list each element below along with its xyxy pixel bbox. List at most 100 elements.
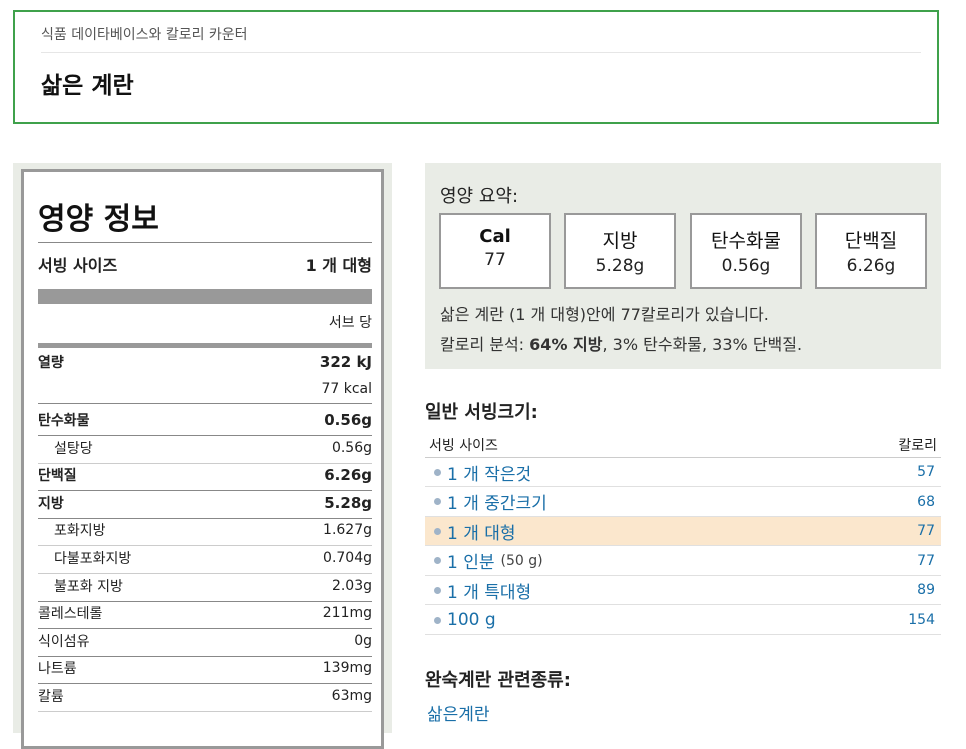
serving-table-header: 서빙 사이즈 칼로리 (425, 432, 941, 458)
serving-cell: 1 개 중간크기 (425, 489, 547, 514)
serving-cell: 1 개 특대형 (425, 578, 531, 603)
nutrient-label: 설탕당 (54, 440, 93, 457)
nutrient-value: 2.03g (331, 577, 372, 594)
serving-sizes-title: 일반 서빙크기: (425, 402, 538, 423)
nutrient-row: 불포화 지방 2.03g (38, 574, 372, 598)
per-serving-label: 서브 당 (328, 315, 372, 331)
nutrient-label: 지방 (38, 495, 64, 512)
summary-title: 영양 요약: (440, 186, 519, 207)
serving-row[interactable]: 1 개 특대형 89 (425, 576, 941, 606)
header-box: 식품 데이타베이스와 칼로리 카운터 삶은 계란 (13, 10, 939, 124)
nutrient-row: 콜레스테롤 211mg (38, 601, 372, 625)
serving-row[interactable]: 1 개 대형 77 (425, 517, 941, 547)
serving-row[interactable]: 1 개 중간크기 68 (425, 488, 941, 517)
stat-calories: Cal 77 (439, 213, 551, 289)
nutrient-row: 설탕당 0.56g (38, 436, 372, 460)
serving-cell: 100 g (425, 610, 496, 630)
nutrient-label: 불포화 지방 (54, 578, 123, 595)
stat-carbs: 탄수화물 0.56g (690, 213, 802, 289)
serving-size-link[interactable]: 1 인분 (447, 548, 495, 573)
energy-kj: 322 kJ (319, 353, 372, 371)
serving-size-link[interactable]: 1 개 작은것 (447, 460, 531, 485)
nutrient-value: 6.26g (324, 466, 372, 485)
nutrient-label: 나트륨 (38, 661, 77, 678)
nutrient-row: 탄수화물 0.56g (38, 408, 372, 432)
bullet-icon (434, 557, 441, 565)
nutrient-row: 지방 5.28g (38, 491, 372, 515)
serving-size-label: 서빙 사이즈 (38, 256, 118, 275)
nutrient-label: 탄수화물 (38, 413, 90, 429)
bullet-icon (434, 527, 441, 535)
stat-fat: 지방 5.28g (564, 213, 676, 289)
serving-size-row: 서빙 사이즈 1 개 대형 (38, 252, 372, 276)
stat-value: 77 (484, 250, 506, 270)
nutrient-label: 칼륨 (38, 689, 64, 705)
energy-kcal-row: 77 kcal (38, 379, 372, 399)
serving-cell: 1 인분 (50 g) (425, 548, 543, 573)
nutrient-value: 5.28g (324, 493, 372, 512)
nutrient-row: 다불포화지방 0.704g (38, 546, 372, 570)
bullet-icon (434, 586, 441, 594)
nutrient-label: 단백질 (38, 468, 77, 485)
energy-kcal: 77 kcal (321, 381, 372, 397)
serving-calories[interactable]: 89 (917, 582, 941, 598)
related-link[interactable]: 삶은계란 (427, 700, 490, 725)
nutrient-value: 139mg (322, 660, 372, 677)
serving-size-link[interactable]: 1 개 특대형 (447, 578, 531, 603)
nutrient-label: 포화지방 (54, 523, 106, 540)
nutrient-row: 식이섬유 0g (38, 629, 372, 653)
divider-thick (38, 289, 372, 304)
stat-value: 6.26g (846, 256, 896, 276)
nutrient-value: 63mg (331, 688, 372, 704)
nutrient-value: 211mg (322, 605, 372, 622)
per-serving-row: 서브 당 (38, 312, 372, 332)
serving-size-link[interactable]: 100 g (447, 610, 496, 630)
serving-row[interactable]: 100 g 154 (425, 606, 941, 635)
stat-value: 0.56g (721, 256, 771, 276)
nutrition-panel: 영양 정보 서빙 사이즈 1 개 대형 서브 당 열량 322 kJ 77 kc… (13, 163, 392, 749)
bullet-icon (434, 498, 441, 506)
nutrition-heading: 영양 정보 (38, 202, 159, 237)
serving-cell: 1 개 대형 (425, 519, 516, 544)
related-title: 완숙계란 관련종류: (425, 670, 571, 691)
stat-label: Cal (479, 226, 511, 247)
nutrition-summary: 영양 요약: Cal 77 지방 5.28g 탄수화물 0.56g 단백질 6.… (425, 163, 941, 369)
breadcrumb[interactable]: 식품 데이타베이스와 칼로리 카운터 (41, 24, 921, 53)
divider-medium (38, 343, 372, 348)
stat-label: 탄수화물 (711, 230, 781, 252)
serving-row[interactable]: 1 인분 (50 g) 77 (425, 547, 941, 576)
serving-size-link[interactable]: 1 개 대형 (447, 519, 516, 544)
nutrient-row: 포화지방 1.627g (38, 518, 372, 542)
nutrient-value: 0.704g (323, 550, 372, 566)
nutrient-value: 0g (354, 632, 372, 649)
stat-protein: 단백질 6.26g (815, 213, 927, 289)
nutrition-label: 영양 정보 서빙 사이즈 1 개 대형 서브 당 열량 322 kJ 77 kc… (21, 169, 384, 749)
serving-calories[interactable]: 154 (908, 612, 941, 628)
bullet-icon (434, 616, 441, 624)
serving-cell: 1 개 작은것 (425, 460, 531, 485)
nutrient-label: 식이섬유 (38, 633, 90, 650)
energy-label: 열량 (38, 355, 64, 371)
bullet-icon (434, 468, 441, 476)
serving-calories[interactable]: 77 (917, 553, 941, 569)
page-title: 삶은 계란 (41, 73, 134, 99)
col-calories: 칼로리 (898, 437, 937, 454)
nutrient-value: 1.627g (323, 522, 372, 539)
summary-calories-text: 삶은 계란 (1 개 대형)안에 77칼로리가 있습니다. (440, 305, 769, 324)
col-serving-size: 서빙 사이즈 (429, 437, 498, 454)
nutrient-label: 콜레스테롤 (38, 606, 103, 623)
nutrient-label: 다불포화지방 (54, 551, 132, 567)
serving-note: (50 g) (500, 552, 543, 569)
serving-calories[interactable]: 68 (917, 494, 941, 510)
stat-label: 지방 (602, 230, 638, 252)
divider (38, 403, 372, 404)
serving-calories[interactable]: 57 (917, 464, 941, 480)
nutrient-row: 나트륨 139mg (38, 656, 372, 680)
nutrient-value: 0.56g (324, 411, 372, 429)
serving-size-link[interactable]: 1 개 중간크기 (447, 489, 547, 514)
serving-row[interactable]: 1 개 작은것 57 (425, 458, 941, 487)
nutrient-value: 0.56g (331, 439, 372, 456)
breakdown-rest: , 3% 탄수화물, 33% 단백질. (602, 335, 803, 354)
nutrient-row: 단백질 6.26g (38, 463, 372, 487)
serving-calories[interactable]: 77 (917, 523, 941, 539)
